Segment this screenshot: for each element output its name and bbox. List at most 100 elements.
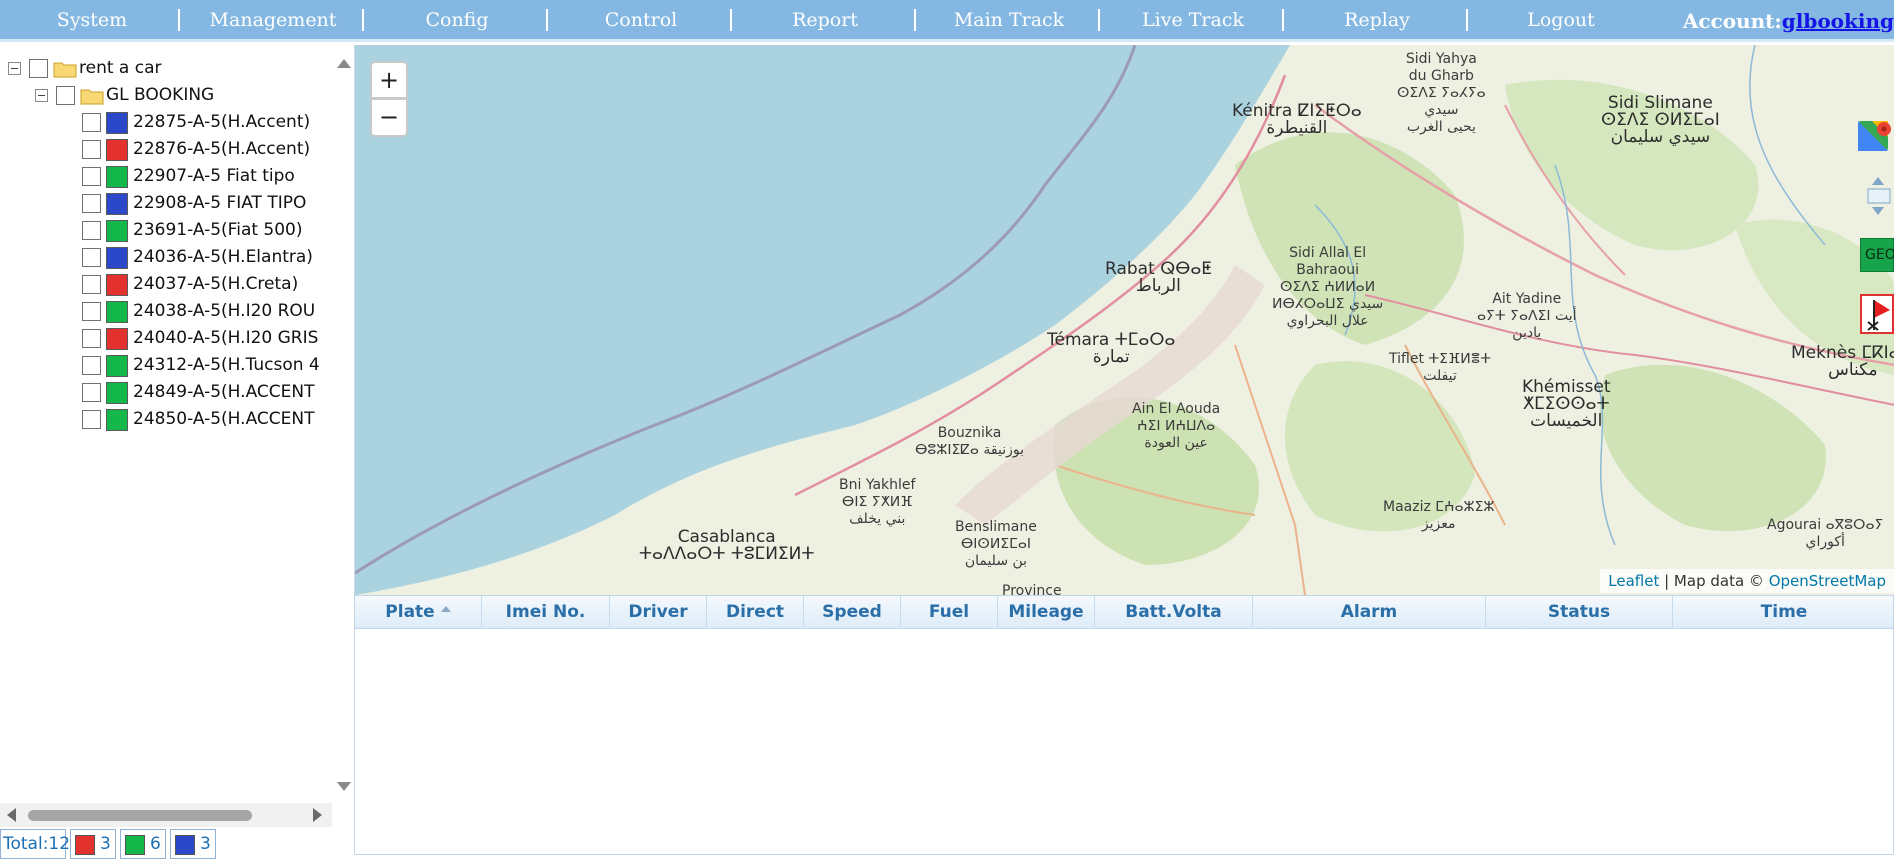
red-status-filter[interactable]: 3 xyxy=(70,829,116,859)
nav-separator xyxy=(178,9,180,31)
tree-checkbox[interactable] xyxy=(82,275,101,294)
vehicle-label[interactable]: 22876-A-5(H.Accent) xyxy=(133,136,310,163)
nav-management[interactable]: Management xyxy=(181,0,365,42)
map-attribution: Leaflet | Map data © OpenStreetMap xyxy=(1600,569,1894,593)
tree-checkbox[interactable] xyxy=(82,167,101,186)
tree-vehicle-node[interactable]: 24036-A-5(H.Elantra) xyxy=(0,244,336,271)
map-place-label: Benslimane ⴱⵏⵙⵍⵉⵎⴰⵏ بن سليمان xyxy=(955,519,1037,569)
col-batt-volta[interactable]: Batt.Volta xyxy=(1095,596,1253,629)
leaflet-link[interactable]: Leaflet xyxy=(1608,572,1659,590)
nav-logout[interactable]: Logout xyxy=(1469,0,1653,42)
google-maps-icon[interactable] xyxy=(1854,117,1894,155)
zoom-out-button[interactable]: − xyxy=(370,99,408,137)
vehicle-label[interactable]: 24037-A-5(H.Creta) xyxy=(133,271,298,298)
tree-checkbox[interactable] xyxy=(82,248,101,267)
tree-checkbox[interactable] xyxy=(82,356,101,375)
sort-asc-icon[interactable] xyxy=(440,606,451,612)
vehicle-label[interactable]: 23691-A-5(Fiat 500) xyxy=(133,217,303,244)
vehicle-status-icon xyxy=(106,139,128,161)
tree-vehicle-node[interactable]: 24850-A-5(H.ACCENT xyxy=(0,406,336,433)
tree-checkbox[interactable] xyxy=(82,140,101,159)
tree-checkbox[interactable] xyxy=(82,410,101,429)
red-count: 3 xyxy=(100,834,111,854)
tree-checkbox[interactable] xyxy=(82,383,101,402)
tree-checkbox[interactable] xyxy=(82,194,101,213)
scroll-up-icon[interactable] xyxy=(337,59,351,68)
tree-vehicle-node[interactable]: 24849-A-5(H.ACCENT xyxy=(0,379,336,406)
account-user-link[interactable]: glbooking xyxy=(1782,9,1894,33)
tree-checkbox[interactable] xyxy=(82,302,101,321)
nav-config[interactable]: Config xyxy=(365,0,549,42)
red-status-icon xyxy=(75,835,95,855)
grid-header: Plate Imei No. Driver Direct Speed Fuel … xyxy=(355,596,1893,629)
tree-vehicle-node[interactable]: 24038-A-5(H.I20 ROU xyxy=(0,298,336,325)
col-speed[interactable]: Speed xyxy=(804,596,901,629)
tree-vehicle-node[interactable]: 24040-A-5(H.I20 GRIS xyxy=(0,325,336,352)
blue-status-filter[interactable]: 3 xyxy=(170,829,216,859)
attribution-text: | Map data © xyxy=(1659,572,1769,590)
collapse-icon[interactable] xyxy=(35,89,48,102)
scroll-left-icon[interactable] xyxy=(7,808,16,822)
nav-replay[interactable]: Replay xyxy=(1285,0,1469,42)
vehicle-label[interactable]: 24850-A-5(H.ACCENT xyxy=(133,406,314,433)
tree-horizontal-scrollbar[interactable] xyxy=(0,803,332,827)
geofence-icon[interactable]: GEO xyxy=(1860,238,1894,272)
map-place-label: Bouznika ⴱⵓⵣⵏⵉⵇⴰ بوزنيقة xyxy=(915,425,1024,458)
col-imei[interactable]: Imei No. xyxy=(482,596,610,629)
flag-icon[interactable] xyxy=(1860,294,1894,334)
col-direct[interactable]: Direct xyxy=(707,596,804,629)
osm-link[interactable]: OpenStreetMap xyxy=(1769,572,1886,590)
total-count: Total:12 xyxy=(0,829,70,859)
vehicle-label[interactable]: 24040-A-5(H.I20 GRIS xyxy=(133,325,318,352)
col-status[interactable]: Status xyxy=(1486,596,1673,629)
tree-root-label[interactable]: rent a car xyxy=(79,55,162,82)
nav-separator xyxy=(914,9,916,31)
nav-main-track[interactable]: Main Track xyxy=(917,0,1101,42)
col-fuel[interactable]: Fuel xyxy=(901,596,998,629)
nav-control[interactable]: Control xyxy=(549,0,733,42)
tree-vehicle-node[interactable]: 22907-A-5 Fiat tipo xyxy=(0,163,336,190)
tree-checkbox[interactable] xyxy=(82,113,101,132)
pan-icon[interactable] xyxy=(1862,175,1894,217)
green-status-filter[interactable]: 6 xyxy=(120,829,166,859)
nav-live-track[interactable]: Live Track xyxy=(1101,0,1285,42)
tree-vehicle-node[interactable]: 22908-A-5 FIAT TIPO xyxy=(0,190,336,217)
vehicle-label[interactable]: 22875-A-5(H.Accent) xyxy=(133,109,310,136)
nav-separator xyxy=(1282,9,1284,31)
col-label: Alarm xyxy=(1340,602,1398,622)
col-label: Batt.Volta xyxy=(1125,602,1222,622)
tree-checkbox[interactable] xyxy=(56,86,75,105)
scroll-down-icon[interactable] xyxy=(337,782,351,791)
scroll-right-icon[interactable] xyxy=(313,808,322,822)
col-alarm[interactable]: Alarm xyxy=(1253,596,1486,629)
tree-vehicle-node[interactable]: 23691-A-5(Fiat 500) xyxy=(0,217,336,244)
vehicle-label[interactable]: 22908-A-5 FIAT TIPO xyxy=(133,190,306,217)
tree-vertical-scrollbar[interactable] xyxy=(332,53,354,793)
vehicle-label[interactable]: 22907-A-5 Fiat tipo xyxy=(133,163,295,190)
vehicle-label[interactable]: 24036-A-5(H.Elantra) xyxy=(133,244,313,271)
col-plate[interactable]: Plate xyxy=(355,596,482,629)
tree-checkbox[interactable] xyxy=(29,59,48,78)
tree-checkbox[interactable] xyxy=(82,329,101,348)
col-mileage[interactable]: Mileage xyxy=(998,596,1095,629)
col-driver[interactable]: Driver xyxy=(610,596,707,629)
col-time[interactable]: Time xyxy=(1673,596,1893,629)
nav-report[interactable]: Report xyxy=(733,0,917,42)
nav-system[interactable]: System xyxy=(0,0,184,42)
tree-checkbox[interactable] xyxy=(82,221,101,240)
map-view[interactable]: Sidi Yahya du Gharb ⵙⵉⴷⵉ ⵢⴰⵃⵢⴰ سيدي يحيى… xyxy=(354,45,1894,595)
col-label: Plate xyxy=(385,602,435,622)
collapse-icon[interactable] xyxy=(8,62,21,75)
tree-vehicle-node[interactable]: 22875-A-5(H.Accent) xyxy=(0,109,336,136)
map-place-label: Ait Yadine ⴰⵢⵜ ⵢⴰⴷⵉⵏ أيت يادين xyxy=(1477,291,1577,341)
tree-vehicle-node[interactable]: 24312-A-5(H.Tucson 4 xyxy=(0,352,336,379)
scrollbar-thumb[interactable] xyxy=(28,810,252,821)
tree-group-label[interactable]: GL BOOKING xyxy=(106,82,214,109)
vehicle-status-icon xyxy=(106,220,128,242)
vehicle-label[interactable]: 24038-A-5(H.I20 ROU xyxy=(133,298,315,325)
vehicle-label[interactable]: 24312-A-5(H.Tucson 4 xyxy=(133,352,320,379)
zoom-in-button[interactable]: + xyxy=(370,61,408,99)
vehicle-label[interactable]: 24849-A-5(H.ACCENT xyxy=(133,379,314,406)
tree-vehicle-node[interactable]: 24037-A-5(H.Creta) xyxy=(0,271,336,298)
tree-vehicle-node[interactable]: 22876-A-5(H.Accent) xyxy=(0,136,336,163)
